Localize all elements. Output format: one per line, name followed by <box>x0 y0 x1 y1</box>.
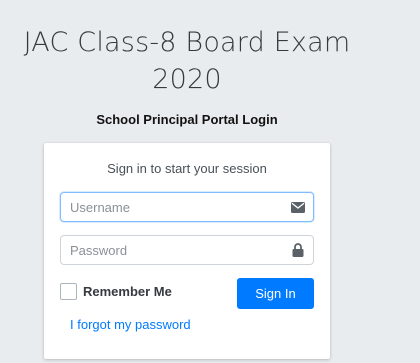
username-input[interactable] <box>61 193 283 221</box>
page-title-line-2: 2020 <box>152 64 222 95</box>
username-input-group <box>60 192 314 222</box>
login-box-message: Sign in to start your session <box>107 161 267 176</box>
lock-icon <box>283 236 313 264</box>
sign-in-button[interactable]: Sign In <box>237 278 314 309</box>
page-title: JAC Class-8 Board Exam 2020 <box>0 24 374 98</box>
remember-me-label[interactable]: Remember Me <box>83 284 172 299</box>
portal-subtitle: School Principal Portal Login <box>96 112 278 127</box>
page-title-line-1: JAC Class-8 Board Exam <box>23 27 351 58</box>
remember-me: Remember Me <box>60 283 172 300</box>
forgot-password-link[interactable]: I forgot my password <box>70 317 191 332</box>
password-input[interactable] <box>61 236 283 264</box>
envelope-icon <box>283 193 313 221</box>
remember-me-checkbox[interactable] <box>60 283 77 300</box>
password-input-group <box>60 235 314 265</box>
login-card: Sign in to start your session Remember M… <box>44 143 330 359</box>
